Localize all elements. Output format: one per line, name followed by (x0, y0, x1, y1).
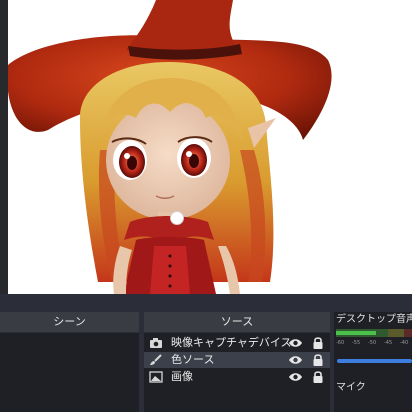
sources-dock: ソース 映像キャプチャデバイス 色ソース 画像 (144, 312, 330, 412)
eye-icon[interactable] (288, 354, 303, 366)
tick-label: -50 (368, 340, 377, 346)
source-label: 色ソース (171, 353, 215, 366)
camera-icon (150, 338, 162, 348)
lock-icon[interactable] (312, 353, 324, 367)
scenes-dock: シーン (0, 312, 139, 412)
tick-label: -55 (352, 340, 361, 346)
eye-icon[interactable] (288, 371, 303, 383)
image-icon (149, 371, 163, 383)
audio-mixer-body: デスクトップ音声 -60 -55 -50 -45 -40 マイク (334, 312, 412, 412)
transform-handle[interactable] (170, 211, 184, 225)
source-item-image[interactable]: 画像 (144, 369, 330, 385)
tick-label: -45 (384, 340, 393, 346)
preview-area[interactable] (0, 0, 412, 294)
meter-level (336, 331, 376, 335)
witch-character-image (8, 0, 332, 294)
lock-icon[interactable] (312, 336, 324, 350)
scenes-dock-title: シーン (0, 312, 139, 332)
lock-icon[interactable] (312, 370, 324, 384)
dock-area: シーン ソース 映像キャプチャデバイス 色ソース 画像 デスクトップ音声 -60… (0, 294, 412, 412)
source-item-color-source[interactable]: 色ソース (144, 352, 330, 368)
meter-mid-zone (388, 329, 404, 337)
scenes-list[interactable] (0, 333, 139, 412)
tick-label: -60 (336, 340, 345, 346)
meter-high-zone (404, 329, 412, 337)
source-label: 映像キャプチャデバイス (171, 336, 292, 349)
audio-mixer-dock: デスクトップ音声 -60 -55 -50 -45 -40 マイク (334, 312, 412, 412)
desktop-audio-meter (336, 329, 412, 337)
sources-list[interactable]: 映像キャプチャデバイス 色ソース 画像 (144, 333, 330, 412)
tick-label: -40 (400, 340, 409, 346)
eye-icon[interactable] (288, 337, 303, 349)
desktop-audio-volume-slider[interactable] (337, 359, 412, 363)
sources-dock-title: ソース (144, 312, 330, 332)
mic-audio-label: マイク (336, 382, 366, 393)
source-label: 画像 (171, 370, 193, 383)
brush-icon (150, 354, 162, 365)
preview-canvas[interactable] (8, 0, 412, 294)
source-item-video-capture[interactable]: 映像キャプチャデバイス (144, 335, 330, 351)
desktop-audio-label: デスクトップ音声 (336, 314, 412, 325)
meter-ticks: -60 -55 -50 -45 -40 (336, 340, 412, 348)
